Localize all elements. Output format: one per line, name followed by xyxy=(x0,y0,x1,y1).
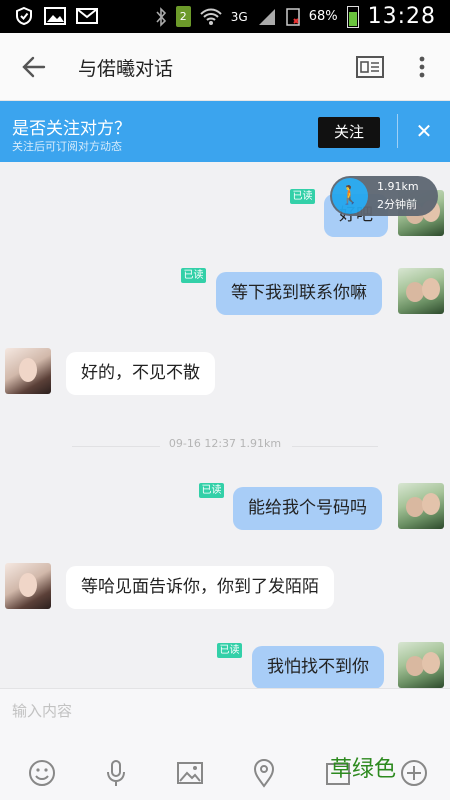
voice-button[interactable] xyxy=(100,757,132,789)
battery-percent: 68% xyxy=(308,9,338,24)
message-bubble-incoming[interactable]: 等哈见面告诉你，你到了发陌陌 xyxy=(66,566,334,609)
read-badge: 已读 xyxy=(181,268,206,283)
close-banner-button[interactable]: ✕ xyxy=(408,114,440,148)
message-bubble-outgoing[interactable]: 我怕找不到你 xyxy=(252,646,384,689)
battery-icon xyxy=(346,5,359,28)
emoji-icon xyxy=(29,760,55,786)
my-avatar[interactable] xyxy=(398,642,444,688)
more-menu-button[interactable] xyxy=(410,51,434,83)
read-badge: 已读 xyxy=(290,189,315,204)
watermark-text: 草绿色 xyxy=(330,757,397,782)
message-bubble-incoming[interactable]: 好的，不见不散 xyxy=(66,352,215,395)
banner-subtitle: 关注后可订阅对方动态 xyxy=(12,140,122,153)
back-button[interactable] xyxy=(16,51,52,83)
follow-banner: 是否关注对方？ 关注后可订阅对方动态 xyxy=(0,101,450,162)
image-button[interactable] xyxy=(174,757,206,789)
timestamp: 09-16 12:37 1.91km xyxy=(168,437,282,450)
message-bubble-outgoing[interactable]: 等下我到联系你嘛 xyxy=(216,272,382,315)
read-badge: 已读 xyxy=(217,643,242,658)
more-options-button[interactable] xyxy=(398,757,430,789)
banner-title: 是否关注对方？ xyxy=(12,119,131,139)
distance-value: 1.91km xyxy=(377,180,419,193)
walking-person-icon: 🚶 xyxy=(332,178,368,214)
clock: 13:28 xyxy=(367,4,436,29)
contact-avatar[interactable] xyxy=(5,348,51,394)
profile-card-button[interactable] xyxy=(352,51,388,83)
message-bubble-outgoing[interactable]: 能给我个号码吗 xyxy=(233,487,382,530)
contact-avatar[interactable] xyxy=(5,563,51,609)
page-title: 与偌曦对话 xyxy=(78,58,174,80)
wifi-icon xyxy=(200,8,222,25)
location-button[interactable] xyxy=(248,757,280,789)
bluetooth-icon xyxy=(156,6,166,27)
my-avatar[interactable] xyxy=(398,483,444,529)
message-input[interactable]: 输入内容 xyxy=(12,694,432,728)
plus-icon xyxy=(401,760,427,786)
follow-button[interactable]: 关注 xyxy=(318,117,380,148)
gallery-icon xyxy=(44,7,66,25)
image-icon xyxy=(177,762,203,784)
distance-time: 2分钟前 xyxy=(377,198,417,211)
shield-icon xyxy=(16,6,32,26)
distance-pill[interactable]: 🚶 1.91km 2分钟前 xyxy=(330,176,438,216)
emoji-button[interactable] xyxy=(26,757,58,789)
sim-badge: 2 xyxy=(175,6,191,27)
signal-icon xyxy=(258,8,275,25)
more-dots-icon xyxy=(419,56,425,78)
read-badge: 已读 xyxy=(199,483,224,498)
microphone-icon xyxy=(107,760,125,786)
network-type: 3G xyxy=(230,9,248,24)
back-arrow-icon xyxy=(22,56,46,78)
title-bar: 与偌曦对话 xyxy=(0,33,450,101)
banner-divider xyxy=(397,114,398,148)
my-avatar[interactable] xyxy=(398,268,444,314)
location-icon xyxy=(253,758,275,788)
status-bar: 2 3G 68% 13:28 xyxy=(0,0,450,33)
profile-card-icon xyxy=(356,56,384,78)
notification-icon xyxy=(285,7,300,26)
mail-icon xyxy=(76,8,98,24)
